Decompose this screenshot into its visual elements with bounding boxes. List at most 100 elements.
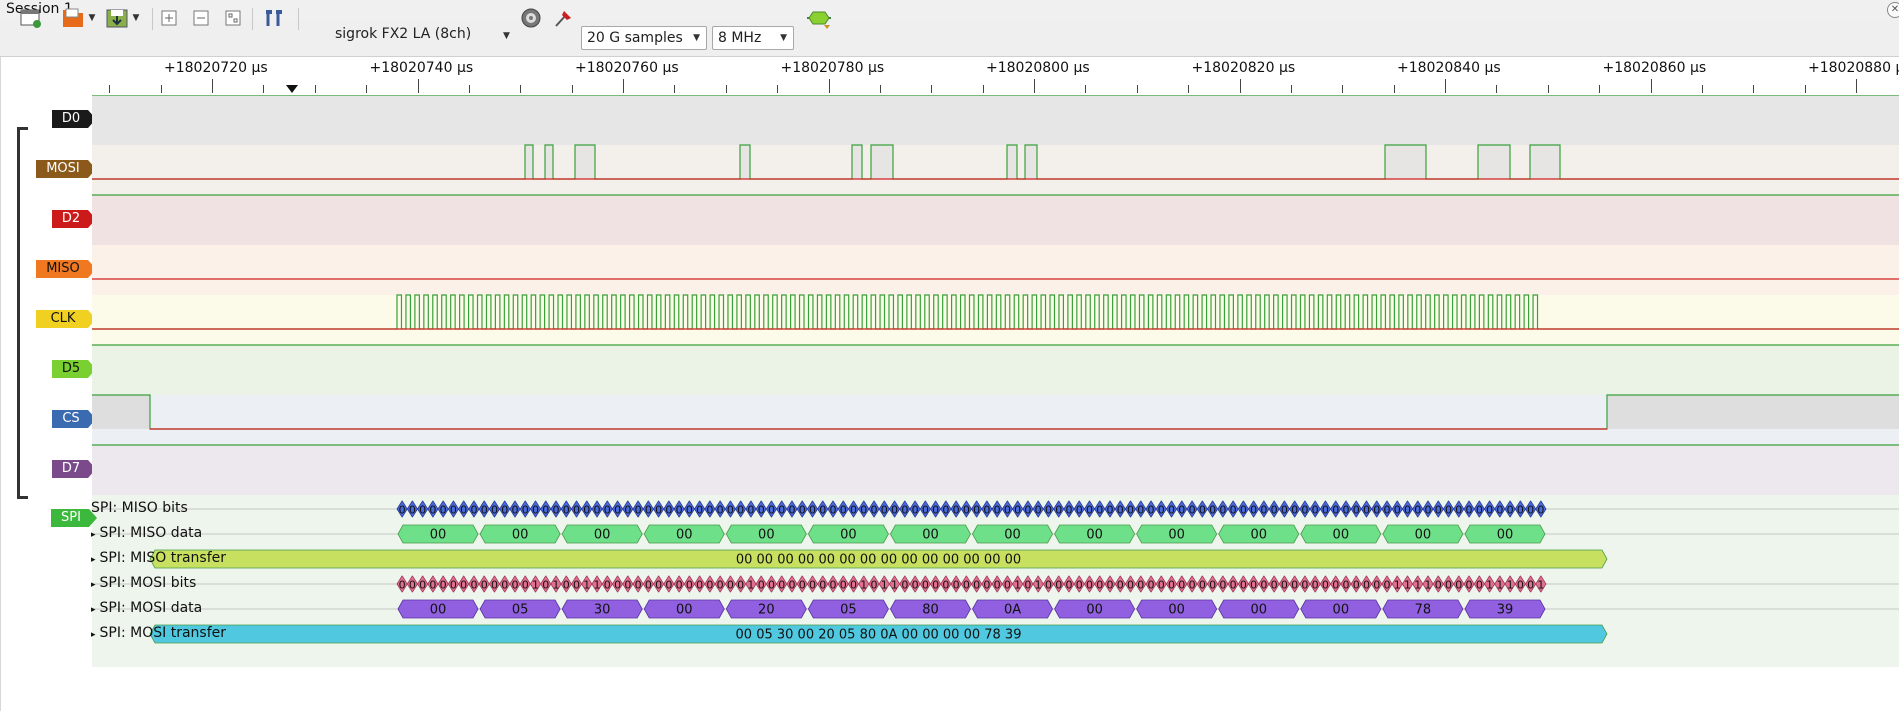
ruler-tick	[674, 85, 676, 93]
decoder-row-label[interactable]: ▸ SPI: MOSI data	[91, 600, 202, 616]
channel-tag-clk[interactable]: CLK	[36, 310, 96, 328]
channel-tag-d5[interactable]: D5	[52, 360, 96, 378]
annotation-text: 0	[1466, 504, 1473, 517]
channel-name: MISO	[46, 261, 80, 276]
zoom-in-button[interactable]	[158, 6, 180, 30]
annotation-text: 0	[409, 504, 416, 517]
annotation-text: 0	[871, 579, 878, 592]
annotation-text: 1	[891, 579, 898, 592]
samplerate-select[interactable]: 8 MHz ▼	[712, 26, 794, 50]
channel-tag-miso[interactable]: MISO	[36, 260, 96, 278]
decoder-row-name: SPI: MISO transfer	[99, 550, 227, 566]
annotation-text: 0	[460, 579, 467, 592]
annotation-text: 0	[799, 579, 806, 592]
new-session-icon	[20, 9, 41, 28]
ruler-tick	[366, 85, 368, 93]
toolbar-separator	[298, 8, 299, 30]
annotation-text: 0	[871, 504, 878, 517]
annotation-text: 0	[1137, 504, 1144, 517]
sample-count-select[interactable]: 20 G samples ▼	[581, 26, 707, 50]
device-selector[interactable]: sigrok FX2 LA (8ch)	[335, 26, 471, 42]
annotation-text: 0	[717, 504, 724, 517]
ruler-tick	[1856, 79, 1857, 93]
annotation-text: 1	[583, 579, 590, 592]
annotation-text: 0	[481, 579, 488, 592]
annotation-text: 0	[1158, 579, 1165, 592]
logic-trace-view[interactable]	[92, 95, 1899, 495]
probe-config-button[interactable]	[550, 6, 576, 30]
annotation-text: 0	[942, 579, 949, 592]
channel-tag-d2[interactable]: D2	[52, 210, 96, 228]
expand-arrow-icon[interactable]: ▸	[91, 530, 96, 540]
annotation-text: 0	[1024, 504, 1031, 517]
channel-tag-mosi[interactable]: MOSI	[36, 160, 96, 178]
annotation-text: 0	[758, 504, 765, 517]
annotation-text: 00	[1250, 603, 1267, 618]
open-file-button[interactable]: ▼	[58, 6, 98, 30]
decoder-row-label[interactable]: SPI: MISO bits	[91, 500, 188, 516]
annotation-text: 0	[419, 579, 426, 592]
annotation-text: 0	[1250, 579, 1257, 592]
lane-background	[92, 445, 1899, 495]
sample-count-value: 20 G samples	[587, 30, 683, 46]
annotation-text: 0	[850, 504, 857, 517]
trigger-marker-icon[interactable]	[286, 85, 298, 93]
expand-arrow-icon[interactable]: ▸	[91, 605, 96, 615]
toolbar-separator	[252, 8, 253, 30]
annotation-text: 0	[1055, 504, 1062, 517]
expand-arrow-icon[interactable]: ▸	[91, 630, 96, 640]
ruler-tick	[879, 85, 881, 93]
channel-tag-d0[interactable]: D0	[52, 110, 96, 128]
ruler-tick	[623, 79, 624, 93]
annotation-text: 0	[1353, 579, 1360, 592]
annotation-text: 0	[809, 579, 816, 592]
ruler-tick	[931, 85, 933, 93]
annotation-text: 0	[963, 504, 970, 517]
expand-arrow-icon[interactable]: ▸	[91, 580, 96, 590]
run-button[interactable]	[804, 6, 834, 30]
annotation-text: 0	[706, 579, 713, 592]
cursor-button[interactable]	[260, 6, 286, 30]
annotation-text: 0	[1260, 579, 1267, 592]
ruler-tick	[1239, 79, 1241, 93]
new-session-button[interactable]	[18, 6, 44, 30]
ruler-tick	[777, 85, 779, 93]
pane-divider[interactable]	[0, 57, 1, 711]
zoom-fit-button[interactable]	[222, 6, 244, 30]
annotation-text: 80	[922, 603, 939, 618]
annotation-text: 00	[1497, 528, 1514, 543]
ruler-tick	[1188, 85, 1190, 93]
annotation-text: 00	[840, 528, 857, 543]
channel-tag-cs[interactable]: CS	[52, 410, 96, 428]
decoder-row-label[interactable]: ▸ SPI: MISO transfer	[91, 550, 226, 566]
decoder-row-label[interactable]: ▸ SPI: MOSI bits	[91, 575, 196, 591]
annotation-text: 0	[604, 504, 611, 517]
zoom-out-button[interactable]	[190, 6, 212, 30]
time-ruler[interactable]: +18020720 µs +18020740 µs +18020760 µs +180…	[92, 57, 1899, 95]
chevron-down-icon[interactable]: ▼	[503, 31, 510, 41]
annotation-text: 0	[429, 579, 436, 592]
decoder-row-label[interactable]: ▸ SPI: MISO data	[91, 525, 202, 541]
decoder-trace-view[interactable]: 0000000000000000000000000000000000000000…	[92, 495, 1899, 667]
annotation-text: 0	[891, 504, 898, 517]
expand-arrow-icon[interactable]: ▸	[91, 555, 96, 565]
annotation-text: 0	[768, 579, 775, 592]
annotation-text: 1	[1496, 579, 1503, 592]
annotation-text: 0	[1076, 579, 1083, 592]
annotation-text: 0	[419, 504, 426, 517]
annotation-text: 00	[1415, 528, 1432, 543]
channel-name: D5	[61, 361, 81, 376]
ruler-tick	[1547, 85, 1549, 93]
ruler-label: +18020800 µs	[986, 60, 1090, 76]
save-button[interactable]: ▼	[102, 6, 142, 30]
annotation-text: 0	[573, 579, 580, 592]
channel-tag-spi[interactable]: SPI	[51, 509, 97, 527]
close-icon[interactable]: ✕	[1887, 2, 1899, 18]
annotation-text: 0	[1199, 579, 1206, 592]
device-config-button[interactable]	[518, 6, 544, 30]
annotation-text: 0	[932, 579, 939, 592]
annotation-text: 20	[758, 603, 775, 618]
channel-name: D7	[61, 461, 81, 476]
decoder-row-label[interactable]: ▸ SPI: MOSI transfer	[91, 625, 226, 641]
channel-tag-d7[interactable]: D7	[52, 460, 96, 478]
